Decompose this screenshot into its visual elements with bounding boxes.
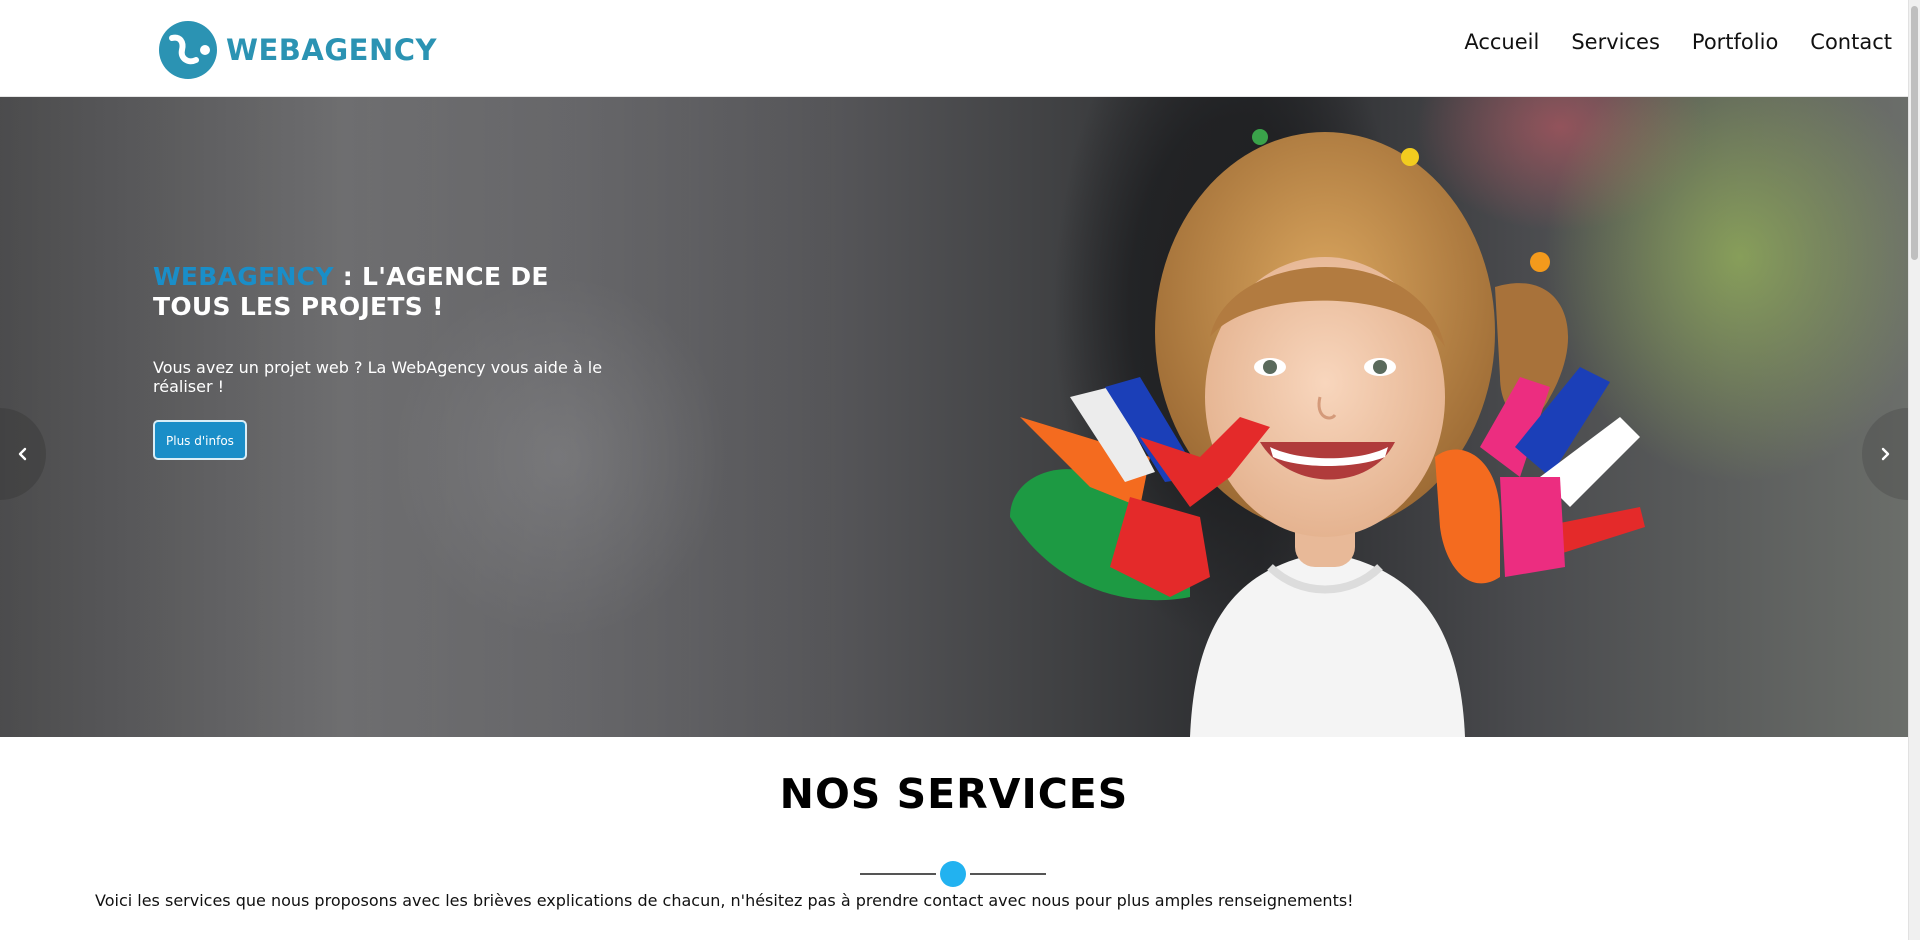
nav-portfolio[interactable]: Portfolio (1692, 30, 1778, 54)
hero-carousel: WEBAGENCY : L'AGENCE DE TOUS LES PROJETS… (0, 97, 1908, 737)
hero-title-brand: WEBAGENCY (153, 262, 334, 291)
logo-mark-icon (159, 21, 217, 79)
hero-photo-girl-painted-hands (1010, 129, 1645, 737)
chevron-right-icon (1881, 447, 1890, 461)
section-divider (858, 861, 1048, 887)
logo[interactable]: WEBAGENCY (158, 20, 437, 80)
main-nav: Accueil Services Portfolio Contact (1464, 30, 1892, 54)
divider-line-left (860, 873, 936, 875)
services-description: Voici les services que nous proposons av… (95, 891, 1354, 910)
nav-contact[interactable]: Contact (1810, 30, 1892, 54)
site-header: WEBAGENCY Accueil Services Portfolio Con… (0, 0, 1908, 97)
services-title: NOS SERVICES (779, 770, 1129, 818)
more-info-button[interactable]: Plus d'infos (153, 420, 247, 460)
page-scrollbar[interactable] (1908, 0, 1920, 940)
nav-accueil[interactable]: Accueil (1464, 30, 1539, 54)
logo-text: WEBAGENCY (226, 33, 438, 67)
divider-line-right (970, 873, 1046, 875)
chevron-left-icon (18, 447, 27, 461)
nav-services[interactable]: Services (1571, 30, 1660, 54)
scrollbar-thumb[interactable] (1911, 6, 1918, 260)
hero-content: WEBAGENCY : L'AGENCE DE TOUS LES PROJETS… (153, 262, 633, 460)
divider-dot-icon (940, 861, 966, 887)
page: WEBAGENCY Accueil Services Portfolio Con… (0, 0, 1920, 940)
hero-title: WEBAGENCY : L'AGENCE DE TOUS LES PROJETS… (153, 262, 633, 322)
hero-text: Vous avez un projet web ? La WebAgency v… (153, 358, 603, 396)
